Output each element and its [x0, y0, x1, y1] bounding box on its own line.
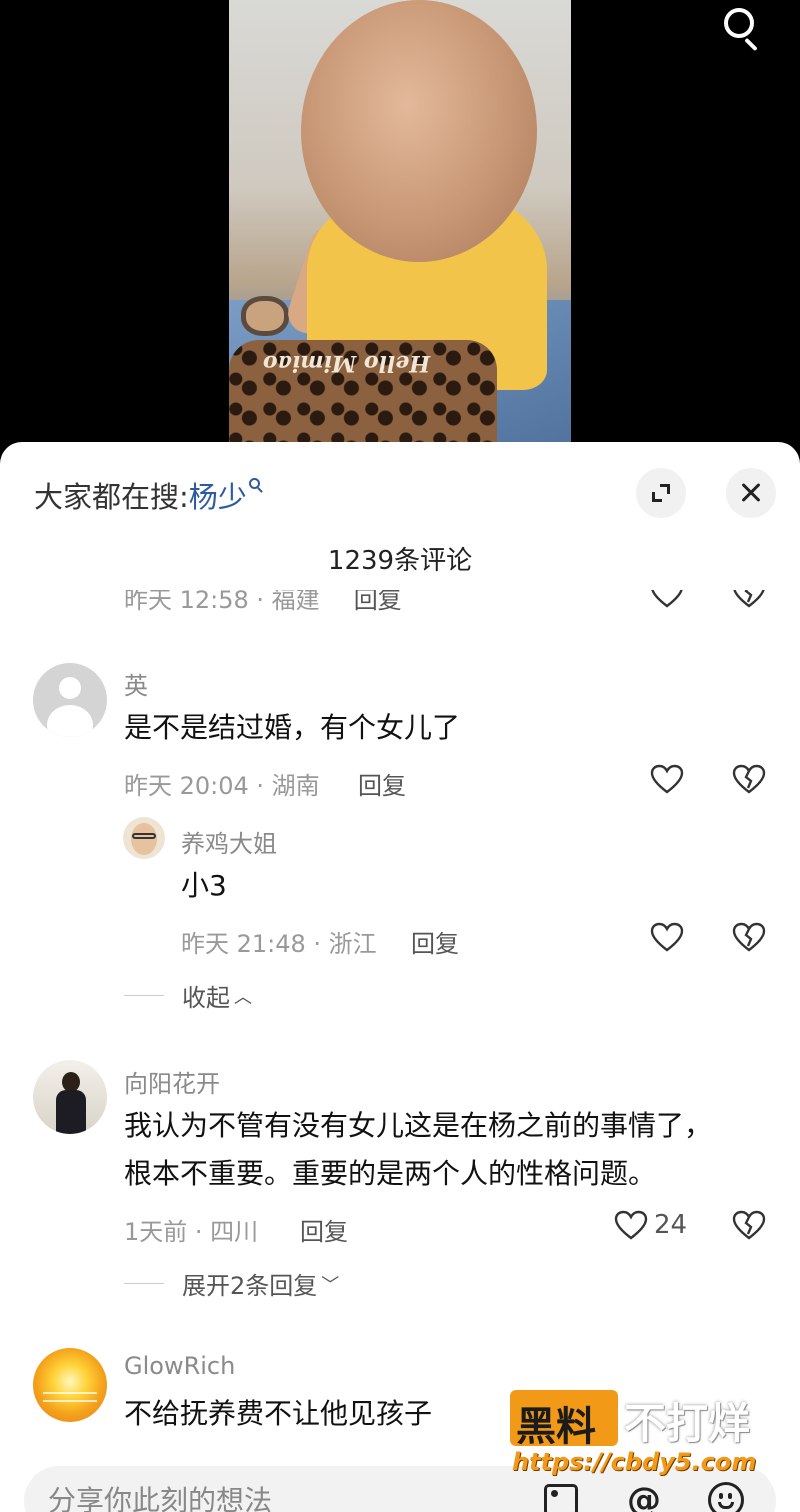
reply-username[interactable]: 养鸡大姐: [181, 824, 277, 859]
comment-text-line-2: 根本不重要。重要的是两个人的性格问题。: [124, 1157, 657, 1190]
collapse-replies-button[interactable]: 收起 ︿: [124, 978, 252, 1013]
watermark-logo: 黑料 不打烊 https://cbdy5.com: [510, 1390, 780, 1490]
avatar[interactable]: [33, 1060, 107, 1134]
expand-button[interactable]: [636, 468, 686, 518]
broken-heart-icon[interactable]: [732, 764, 766, 794]
comment-text-line-1: 我认为不管有没有女儿这是在杨之前的事情了，: [124, 1109, 713, 1142]
video-frame: Hello Mimiao: [229, 0, 571, 470]
chevron-up-icon: ︿: [234, 986, 252, 1008]
reply-button[interactable]: 回复: [354, 590, 402, 614]
search-icon[interactable]: [720, 4, 766, 52]
comment-text: 是不是结过婚，有个女儿了: [124, 711, 461, 744]
reply-text: 小3: [181, 869, 227, 902]
heart-icon[interactable]: [650, 922, 684, 952]
divider: [124, 995, 164, 996]
reply-meta: 昨天 21:48 · 浙江: [181, 930, 377, 958]
comment-sheet: 大家都在搜:杨少 1239条评论 昨天 12:58 · 福建 回复 英 是不是结过…: [0, 442, 800, 1512]
reply-button[interactable]: 回复: [411, 924, 459, 959]
comment-username[interactable]: 向阳花开: [124, 1064, 220, 1099]
broken-heart-icon[interactable]: [732, 1210, 766, 1240]
hot-search-prefix: 大家都在搜:: [34, 480, 189, 514]
bag-label: Hello Mimiao: [263, 350, 431, 376]
comment-username[interactable]: GlowRich: [124, 1352, 235, 1380]
partial-comment-meta: 昨天 12:58 · 福建 回复: [124, 590, 402, 615]
video-baby-head: [301, 0, 537, 262]
comment-list[interactable]: 昨天 12:58 · 福建 回复 英 是不是结过婚，有个女儿了 昨天 20:04 …: [0, 590, 800, 1450]
hot-search-link[interactable]: 大家都在搜:杨少: [34, 474, 263, 516]
comment-text: 不给抚养费不让他见孩子: [124, 1397, 433, 1430]
avatar[interactable]: [123, 817, 165, 859]
heart-icon[interactable]: [650, 590, 684, 608]
close-button[interactable]: [726, 468, 776, 518]
avatar[interactable]: [33, 663, 107, 737]
search-icon: [248, 478, 263, 493]
like-count: 24: [654, 1210, 688, 1240]
watermark-side: 不打烊: [624, 1399, 751, 1448]
heart-icon[interactable]: [650, 764, 684, 794]
avatar[interactable]: [33, 1348, 107, 1422]
broken-heart-icon[interactable]: [732, 922, 766, 952]
watermark-main: 黑料: [516, 1404, 596, 1450]
video-sandal: [241, 296, 289, 336]
comment-meta: 1天前 · 四川: [124, 1218, 259, 1246]
video-player[interactable]: Hello Mimiao: [0, 0, 800, 470]
comment-meta: 昨天 20:04 · 湖南: [124, 772, 320, 800]
broken-heart-icon[interactable]: [732, 590, 766, 608]
comment-input[interactable]: [48, 1480, 528, 1512]
watermark-url: https://cbdy5.com: [512, 1448, 757, 1476]
comment-username[interactable]: 英: [124, 666, 148, 701]
comment-count-title: 1239条评论: [327, 546, 473, 576]
reply-button[interactable]: 回复: [300, 1212, 348, 1247]
expand-replies-button[interactable]: 展开2条回复 ﹀: [124, 1266, 339, 1301]
divider: [124, 1283, 164, 1284]
hot-search-keyword[interactable]: 杨少: [189, 480, 247, 514]
chevron-down-icon: ﹀: [321, 1274, 340, 1296]
reply-button[interactable]: 回复: [358, 766, 406, 801]
heart-icon[interactable]: [614, 1210, 648, 1240]
